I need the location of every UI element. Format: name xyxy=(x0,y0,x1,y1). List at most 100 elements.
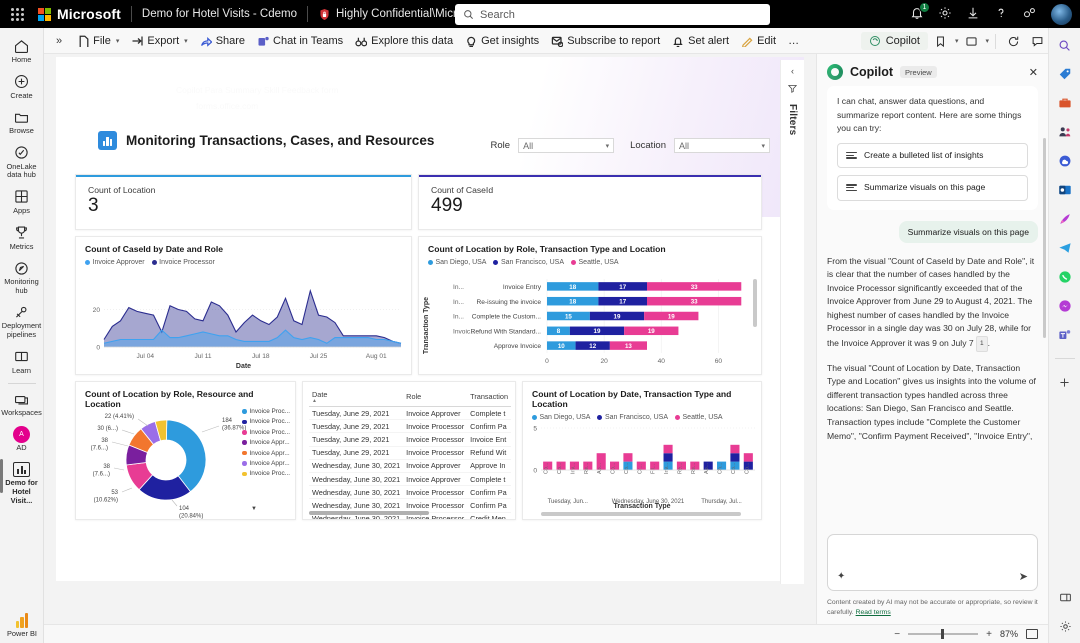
bell-icon[interactable]: 1 xyxy=(910,6,924,22)
avatar[interactable] xyxy=(1051,4,1072,25)
chevron-down-icon[interactable]: ▾ xyxy=(955,37,959,45)
legend-item[interactable]: San Diego, USA xyxy=(428,259,486,266)
slicer-role-dropdown[interactable]: All ▾ xyxy=(518,138,614,153)
refresh-icon[interactable] xyxy=(1002,31,1024,51)
outlook-icon[interactable] xyxy=(1056,181,1074,199)
table-column-header[interactable]: Role xyxy=(403,388,467,407)
sidebar-item-ad-workspace[interactable]: A AD xyxy=(0,422,44,457)
set-alert-button[interactable]: Set alert xyxy=(666,32,735,50)
tag-icon[interactable] xyxy=(1056,65,1074,83)
zoom-slider[interactable] xyxy=(908,633,978,635)
send-icon[interactable]: ➤ xyxy=(1019,570,1028,583)
copilot-scrollbar[interactable] xyxy=(1043,138,1046,338)
visual-bar-location-by-role-transaction-type-location[interactable]: Count of Location by Role, Transaction T… xyxy=(418,236,762,375)
sidebar-item-metrics[interactable]: Metrics xyxy=(0,220,44,256)
sidebar-item-workspaces[interactable]: Workspaces xyxy=(0,386,44,422)
edit-button[interactable]: Edit xyxy=(735,32,782,50)
chevron-left-icon[interactable]: ‹ xyxy=(791,66,794,76)
visual-horizontal-scrollbar[interactable] xyxy=(541,512,741,516)
share-button[interactable]: Share xyxy=(194,32,251,50)
designer-icon[interactable] xyxy=(1056,210,1074,228)
visual-table-transactions[interactable]: Date▲RoleTransaction Tuesday, June 29, 2… xyxy=(302,381,516,520)
subscribe-to-report-button[interactable]: Subscribe to report xyxy=(545,32,666,50)
file-menu-button[interactable]: File ▾ xyxy=(71,32,125,50)
legend-more-icon[interactable]: ▼ xyxy=(251,506,257,512)
legend-item[interactable]: Invoice Proc... xyxy=(242,470,290,477)
close-icon[interactable]: ✕ xyxy=(1029,66,1038,79)
power-bi-footer[interactable]: Power BI xyxy=(0,612,44,639)
bookmark-icon[interactable] xyxy=(930,31,952,51)
export-menu-button[interactable]: Export ▾ xyxy=(125,32,193,50)
sidebar-item-deployment-pipelines[interactable]: Deployment pipelines xyxy=(0,299,44,343)
telegram-icon[interactable] xyxy=(1056,239,1074,257)
sparkle-icon[interactable]: ✦ xyxy=(837,571,845,582)
chevron-down-icon[interactable]: ▾ xyxy=(985,37,989,45)
copilot-prompt-input[interactable]: ✦ ➤ xyxy=(827,534,1038,591)
visual-donut-location-by-role-resource-location[interactable]: Count of Location by Role, Resource and … xyxy=(75,381,296,520)
kpi-card-count-of-caseid[interactable]: Count of CaseId 499 xyxy=(418,174,762,230)
briefcase-icon[interactable] xyxy=(1056,94,1074,112)
legend-item[interactable]: Seattle, USA xyxy=(571,259,619,266)
legend-item[interactable]: Invoice Processor xyxy=(152,259,215,266)
settings-gear-icon[interactable] xyxy=(1056,617,1074,635)
sidebar-item-browse[interactable]: Browse xyxy=(0,104,44,140)
legend-item[interactable]: Invoice Appr... xyxy=(242,450,290,457)
teams-icon[interactable] xyxy=(1056,326,1074,344)
table-row[interactable]: Wednesday, June 30, 2021Invoice Approver… xyxy=(309,472,511,485)
feedback-icon[interactable] xyxy=(1022,6,1037,22)
visual-column-location-by-date-transaction-type-location[interactable]: Count of Location by Date, Transaction T… xyxy=(522,381,762,520)
zoom-slider-thumb[interactable] xyxy=(941,629,944,639)
legend-item[interactable]: Invoice Proc... xyxy=(242,408,290,415)
copilot-conversation[interactable]: I can chat, answer data questions, and s… xyxy=(817,86,1048,528)
table-row[interactable]: Wednesday, June 30, 2021Invoice Approver… xyxy=(309,459,511,472)
table-row[interactable]: Tuesday, June 29, 2021Invoice ProcessorC… xyxy=(309,420,511,433)
filters-pane-collapsed[interactable]: ‹ Filters xyxy=(780,60,804,584)
microsoft-logo[interactable]: Microsoft xyxy=(34,6,121,22)
gear-icon[interactable] xyxy=(938,6,952,22)
search-icon[interactable] xyxy=(1056,36,1074,54)
get-insights-button[interactable]: Get insights xyxy=(459,32,545,50)
table-horizontal-scrollbar[interactable] xyxy=(309,511,429,515)
table-row[interactable]: Tuesday, June 29, 2021Invoice ProcessorR… xyxy=(309,446,511,459)
suggestion-summarize-visuals[interactable]: Summarize visuals on this page xyxy=(837,175,1028,201)
table-row[interactable]: Tuesday, June 29, 2021Invoice ProcessorI… xyxy=(309,433,511,446)
zoom-in-button[interactable]: + xyxy=(986,629,992,640)
app-launcher-icon[interactable] xyxy=(0,0,34,28)
suggestion-create-bulleted-list[interactable]: Create a bulleted list of insights xyxy=(837,143,1028,169)
help-icon[interactable] xyxy=(994,6,1008,22)
table-column-header[interactable]: Transaction xyxy=(467,388,511,407)
sidebar-item-home[interactable]: Home xyxy=(0,33,44,69)
global-search-input[interactable]: Search xyxy=(455,4,770,25)
sidebar-item-learn[interactable]: Learn xyxy=(0,344,44,380)
legend-item[interactable]: Invoice Proc... xyxy=(242,418,290,425)
legend-item[interactable]: Invoice Appr... xyxy=(242,439,290,446)
visual-area-cases-by-date-and-role[interactable]: Count of CaseId by Date and Role Invoice… xyxy=(75,236,412,375)
table-column-header[interactable]: Date▲ xyxy=(309,388,403,407)
filter-icon[interactable] xyxy=(788,84,797,96)
onedrive-icon[interactable] xyxy=(1056,152,1074,170)
sidebar-item-demo-for-hotel-visits[interactable]: Demo for Hotel Visit... xyxy=(0,456,44,509)
more-options-button[interactable]: … xyxy=(782,32,805,50)
legend-item[interactable]: Invoice Approver xyxy=(85,259,145,266)
copilot-toggle-button[interactable]: Copilot xyxy=(861,32,928,50)
kpi-card-count-of-location[interactable]: Count of Location 3 xyxy=(75,174,412,230)
read-terms-link[interactable]: Read terms xyxy=(856,609,891,616)
sidebar-item-apps[interactable]: Apps xyxy=(0,184,44,220)
messenger-icon[interactable] xyxy=(1056,297,1074,315)
chat-in-teams-button[interactable]: Chat in Teams xyxy=(251,32,349,50)
explore-this-data-button[interactable]: Explore this data xyxy=(349,32,459,50)
legend-item[interactable]: San Francisco, USA xyxy=(493,259,564,266)
table-row[interactable]: Wednesday, June 30, 2021Invoice Processo… xyxy=(309,486,511,499)
view-icon[interactable] xyxy=(960,31,982,51)
fit-to-page-icon[interactable] xyxy=(1026,629,1038,639)
comment-icon[interactable] xyxy=(1026,31,1048,51)
citation-badge[interactable]: 1 xyxy=(976,336,988,352)
side-pane-icon[interactable] xyxy=(1056,588,1074,606)
slicer-location-dropdown[interactable]: All ▾ xyxy=(674,138,770,153)
expand-toolbar-button[interactable]: » xyxy=(44,35,71,47)
sidebar-item-monitoring-hub[interactable]: Monitoring hub xyxy=(0,255,44,299)
add-app-icon[interactable] xyxy=(1056,373,1074,391)
visual-vertical-scrollbar[interactable] xyxy=(753,279,757,327)
download-icon[interactable] xyxy=(966,6,980,22)
legend-item[interactable]: Invoice Proc... xyxy=(242,429,290,436)
